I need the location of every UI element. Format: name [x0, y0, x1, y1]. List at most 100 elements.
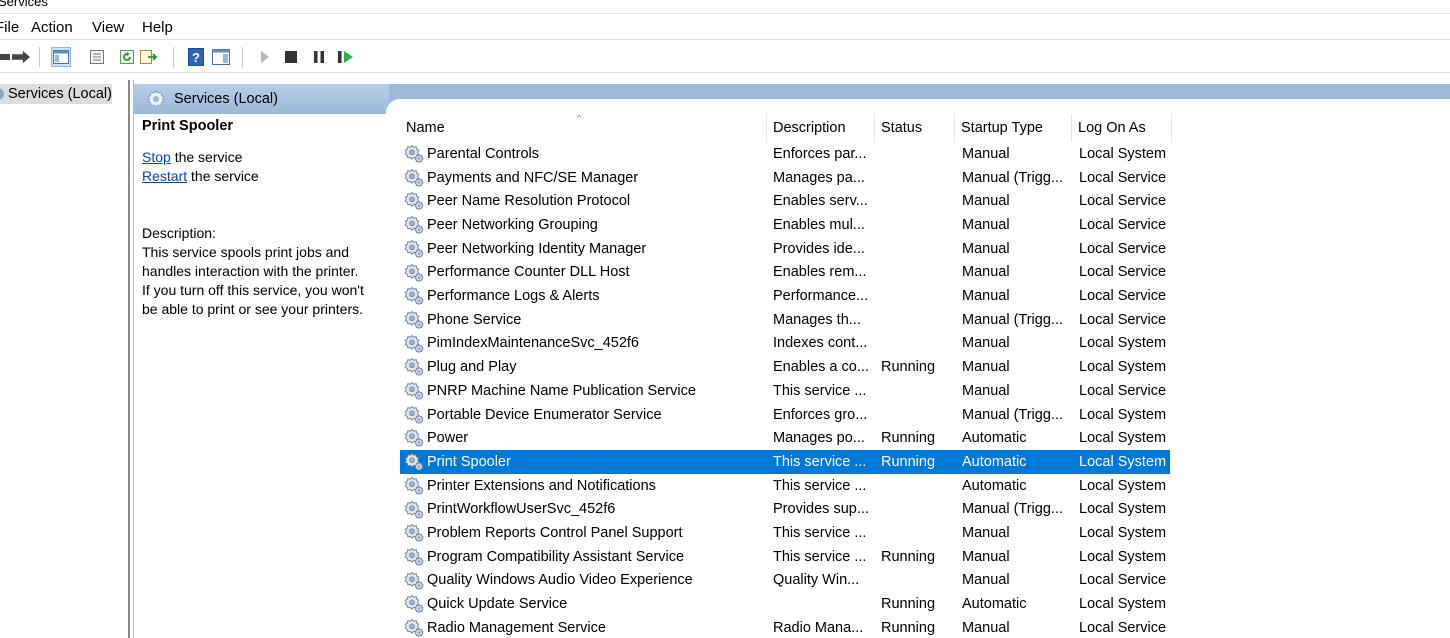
table-row[interactable]: Parental Controls Enforces par... Manual Lo…	[400, 142, 1170, 166]
restart-service-link[interactable]: Restart	[142, 168, 187, 184]
service-description: Provides sup...	[773, 501, 869, 518]
service-log-on-as: Local System	[1079, 477, 1167, 494]
service-startup-type: Automatic	[962, 453, 1027, 470]
service-gear-icon	[404, 571, 424, 591]
table-row[interactable]: Peer Networking Grouping Enables mul... Ma…	[400, 213, 1170, 237]
table-row[interactable]: Peer Name Resolution Protocol Enables ser…	[400, 189, 1170, 213]
service-name: Parental Controls	[427, 145, 540, 162]
service-name: Performance Logs & Alerts	[427, 288, 600, 305]
table-row[interactable]: Payments and NFC/SE Manager Manages pa...…	[400, 166, 1170, 190]
service-status	[881, 166, 953, 190]
service-startup-type: Manual	[962, 240, 1010, 257]
properties-icon[interactable]	[88, 48, 106, 66]
service-startup-type: Manual	[962, 288, 1010, 305]
service-status	[881, 474, 953, 498]
menu-action[interactable]: Action	[31, 19, 73, 36]
table-row[interactable]: PNRP Machine Name Publication Service Thi…	[400, 379, 1170, 403]
restart-action-text: the service	[187, 168, 259, 184]
service-status	[881, 569, 953, 593]
refresh-icon[interactable]	[118, 48, 136, 66]
service-name: Power	[427, 430, 469, 447]
table-row[interactable]: Plug and Play Enables a co... Running Manua…	[400, 355, 1170, 379]
service-description: Enables mul...	[773, 216, 865, 233]
column-header-status[interactable]: Status	[875, 114, 955, 142]
service-name: Print Spooler	[427, 450, 767, 474]
column-header-description[interactable]: Description	[767, 114, 875, 142]
menu-view[interactable]: View	[92, 19, 124, 36]
service-status	[881, 521, 953, 545]
column-header-startup-type[interactable]: Startup Type	[955, 114, 1072, 142]
menu-file[interactable]: File	[0, 19, 19, 36]
service-log-on-as: Local System	[1079, 430, 1167, 447]
service-gear-icon	[404, 334, 424, 354]
service-startup-type: Manual	[962, 193, 1010, 210]
table-row[interactable]: Portable Device Enumerator Service Enforc…	[400, 403, 1170, 427]
service-name: Radio Management Service	[427, 619, 606, 636]
table-row[interactable]: Power Manages po... Running Automatic Local …	[400, 426, 1170, 450]
stop-service-link[interactable]: Stop	[142, 149, 171, 165]
service-log-on-as: Local Service	[1079, 288, 1167, 305]
stop-action-text: the service	[170, 149, 243, 165]
title-bar: Services	[0, 0, 1450, 14]
pause-service-icon[interactable]	[310, 48, 328, 66]
column-header-log-on-as[interactable]: Log On As	[1072, 114, 1172, 142]
service-log-on-as: Local System	[1079, 359, 1167, 376]
table-row[interactable]: Peer Networking Identity Manager Provides…	[400, 237, 1170, 261]
back-arrow-icon[interactable]	[0, 48, 10, 66]
tree-item-services-local[interactable]: Services (Local)	[0, 84, 112, 104]
table-row[interactable]: PimIndexMaintenanceSvc_452f6 Indexes cont…	[400, 332, 1170, 356]
export-list-icon[interactable]	[139, 48, 157, 66]
service-gear-icon	[404, 310, 424, 330]
table-row[interactable]: Program Compatibility Assistant Service T…	[400, 545, 1170, 569]
services-gear-icon	[146, 89, 166, 109]
service-name: Quality Windows Audio Video Experience	[427, 572, 693, 589]
service-status: Running	[881, 430, 936, 447]
service-details: Print Spooler Stop the service Restart t…	[142, 118, 387, 319]
service-startup-type: Manual	[962, 548, 1010, 565]
console-tree: Services (Local)	[0, 80, 130, 638]
service-status: Running	[881, 359, 936, 376]
table-row[interactable]: Printer Extensions and Notifications This…	[400, 474, 1170, 498]
service-log-on-as: Local Service	[1079, 311, 1167, 328]
table-row[interactable]: Quick Update Service Running Automatic Loca…	[400, 592, 1170, 616]
table-row[interactable]: Radio Management Service Radio Mana... Run…	[400, 616, 1170, 638]
services-gear-icon	[0, 87, 6, 101]
pane-header-tab: Services (Local)	[134, 84, 389, 114]
service-status	[881, 498, 953, 522]
start-service-icon[interactable]	[256, 48, 274, 66]
service-log-on-as: Local Service	[1079, 193, 1167, 210]
description-line-2: handles interaction with the printer.	[142, 263, 359, 279]
table-row[interactable]: Problem Reports Control Panel Support Thi…	[400, 521, 1170, 545]
service-log-on-as: Local System	[1079, 548, 1167, 565]
table-row[interactable]: PrintWorkflowUserSvc_452f6 Provides sup..…	[400, 498, 1170, 522]
service-log-on-as: Local System	[1079, 596, 1167, 613]
service-startup-type: Manual	[962, 216, 1010, 233]
show-hide-action-pane-icon[interactable]	[212, 48, 230, 66]
service-startup-type: Manual	[962, 145, 1010, 162]
service-startup-type: Manual (Trigg...	[962, 311, 1063, 328]
service-name: Peer Networking Identity Manager	[427, 240, 647, 257]
column-header-log-on-as-label: Log On As	[1078, 120, 1146, 136]
service-startup-type: Manual	[962, 572, 1010, 589]
resume-service-icon[interactable]	[337, 48, 355, 66]
service-startup-type: Manual (Trigg...	[962, 169, 1063, 186]
service-name: Plug and Play	[427, 359, 517, 376]
stop-service-icon[interactable]	[282, 48, 300, 66]
table-row[interactable]: Performance Counter DLL Host Enables rem.…	[400, 261, 1170, 285]
service-name: Quick Update Service	[427, 596, 568, 613]
column-header-name[interactable]: Name ^	[400, 113, 767, 142]
forward-arrow-icon[interactable]	[12, 48, 30, 66]
service-name: Phone Service	[427, 311, 522, 328]
help-icon[interactable]: ?	[187, 48, 205, 66]
table-row[interactable]: Print Spooler This service ... Running Auto…	[400, 450, 1170, 474]
show-hide-console-tree-icon[interactable]	[51, 47, 71, 67]
service-gear-icon	[404, 286, 424, 306]
service-name: Program Compatibility Assistant Service	[427, 548, 685, 565]
table-row[interactable]: Quality Windows Audio Video Experience Qu…	[400, 569, 1170, 593]
service-description: Enforces par...	[773, 145, 867, 162]
table-row[interactable]: Performance Logs & Alerts Performance... M…	[400, 284, 1170, 308]
table-row[interactable]: Phone Service Manages th... Manual (Trigg.…	[400, 308, 1170, 332]
menu-help[interactable]: Help	[142, 19, 173, 36]
services-pane: Services (Local) Print Spooler Stop the …	[133, 80, 1450, 638]
service-description: Indexes cont...	[773, 335, 868, 352]
